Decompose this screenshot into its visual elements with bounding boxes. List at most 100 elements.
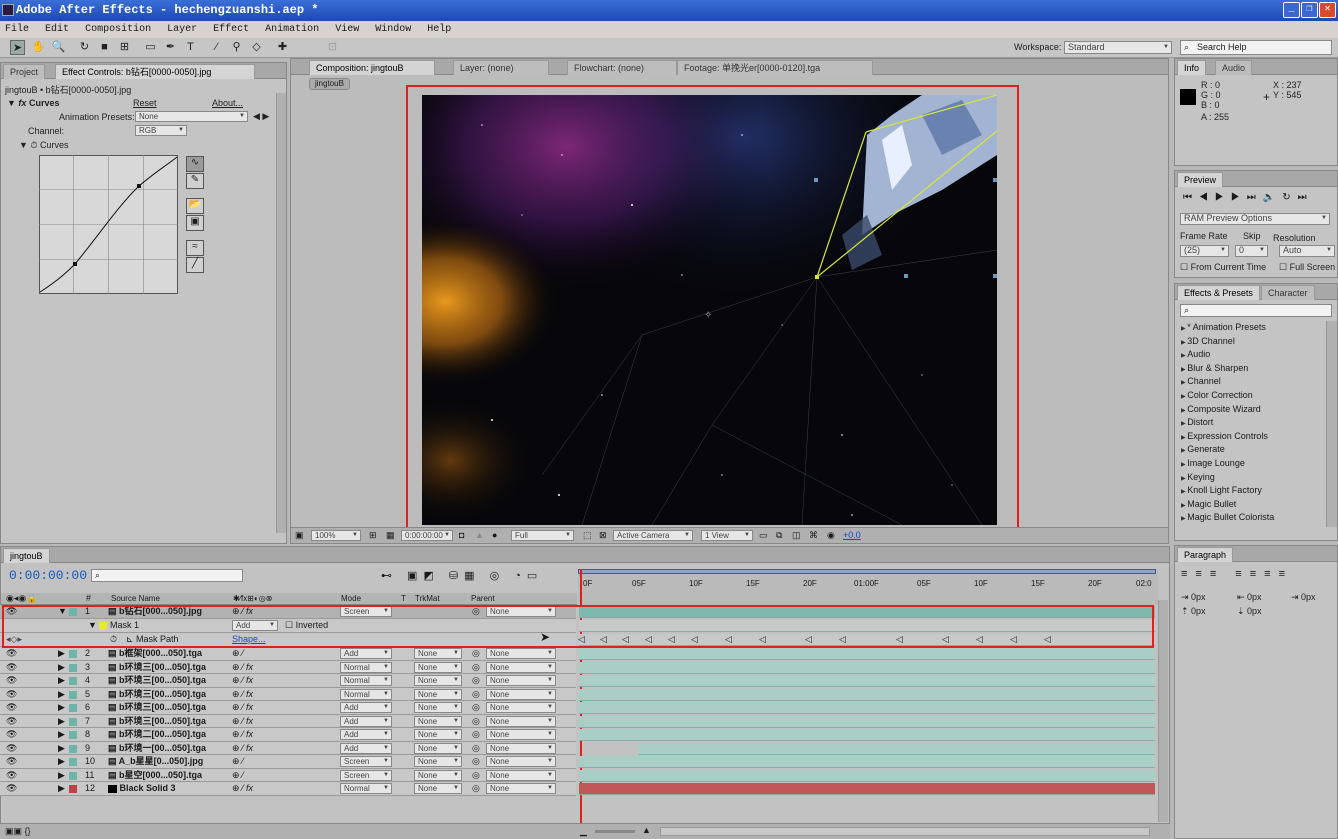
layer-duration-bar[interactable] — [579, 702, 1155, 714]
menu-effect[interactable]: Effect — [213, 24, 249, 35]
expand-twirl-icon[interactable]: ▶ — [58, 769, 65, 782]
parent-pickwhip-icon[interactable]: ◎ — [472, 715, 480, 728]
visibility-icon[interactable]: 👁 — [6, 701, 17, 714]
layer-duration-bar[interactable] — [638, 742, 1155, 755]
layer-switches[interactable]: ⊕ ⁄ fx — [232, 728, 253, 741]
layer-switches[interactable]: ⊕ ⁄ — [232, 755, 244, 768]
expand-twirl-icon[interactable]: ▶ — [58, 688, 65, 701]
timeline-vertical-scrollbar[interactable] — [1158, 600, 1168, 822]
layer-duration-bar[interactable] — [579, 769, 1155, 782]
layer-source-name[interactable]: ▤ b环境三[00...050].tga — [108, 661, 206, 674]
expand-twirl-icon[interactable]: ▶ — [58, 782, 65, 795]
layer-mode-select[interactable]: Add — [340, 742, 392, 754]
flowchart-icon[interactable]: ⌘ — [809, 530, 818, 541]
layer-row-5[interactable]: 👁 ▶ 5 ▤ b环境三[00...050].tga ⊕ ⁄ fx Normal… — [0, 687, 576, 701]
layer-row-12[interactable]: 👁 ▶ 12 Black Solid 3 ⊕ ⁄ fx Normal None … — [0, 782, 576, 796]
label-color-swatch[interactable] — [69, 744, 77, 753]
layer-row-4[interactable]: 👁 ▶ 4 ▤ b环境三[00...050].tga ⊕ ⁄ fx Normal… — [0, 674, 576, 688]
open-curve-icon[interactable]: 📂 — [186, 198, 204, 214]
menu-file[interactable]: File — [5, 24, 29, 35]
effect-controls-scrollbar[interactable] — [276, 93, 286, 533]
expand-twirl-icon[interactable]: ▶ — [58, 647, 65, 660]
effect-curves-header[interactable]: ▼ fx Curves — [7, 98, 59, 108]
expand-twirl-icon[interactable]: ▶ — [58, 701, 65, 714]
zoom-select[interactable]: 100% — [311, 530, 361, 541]
parent-pickwhip-icon[interactable]: ◎ — [472, 647, 480, 660]
layer-mode-select[interactable]: Normal — [340, 783, 392, 794]
visibility-icon[interactable]: 👁 — [6, 661, 17, 674]
timeline-search-input[interactable]: ⌕ — [91, 569, 243, 582]
footer-toggle-icons[interactable]: ▣▣ {} — [5, 826, 31, 837]
rectangle-mask-tool-icon[interactable]: ▭ — [143, 40, 158, 55]
layer-duration-bar[interactable] — [579, 661, 1155, 674]
fast-previews-icon[interactable]: ⧉ — [776, 530, 782, 541]
visibility-icon[interactable]: 👁 — [6, 782, 17, 795]
label-color-swatch[interactable] — [69, 758, 77, 766]
reset-curve-icon[interactable]: ╱ — [186, 257, 204, 273]
layer-row-10[interactable]: 👁 ▶ 10 ▤ A_b星星[0...050].jpg ⊕ ⁄ Screen N… — [0, 755, 576, 769]
puppet-tool-icon[interactable]: ✚ — [275, 40, 290, 55]
parent-pickwhip-icon[interactable]: ◎ — [472, 688, 480, 701]
timeline-scrollbar[interactable] — [660, 827, 1150, 836]
layer-mode-select[interactable]: Normal — [340, 661, 392, 673]
tab-preview[interactable]: Preview — [1177, 172, 1224, 187]
pencil-tool-icon[interactable]: ✎ — [186, 173, 204, 189]
timeline-zoom-slider[interactable] — [595, 830, 635, 833]
layer-parent-select[interactable]: None — [486, 675, 556, 686]
from-current-time-checkbox[interactable]: ☐ From Current Time — [1180, 262, 1266, 273]
effects-item[interactable]: Blur & Sharpen — [1175, 362, 1325, 376]
label-color-swatch[interactable] — [69, 704, 77, 712]
visibility-icon[interactable]: 👁 — [6, 688, 17, 701]
layer-parent-select[interactable]: None — [486, 742, 556, 754]
timeline-icon[interactable]: ◫ — [792, 530, 801, 541]
brush-tool-icon[interactable]: ⁄ — [209, 40, 224, 55]
layer-source-name[interactable]: ▤ b框架[000...050].tga — [108, 647, 202, 660]
visibility-icon[interactable]: 👁 — [6, 755, 17, 768]
tab-paragraph[interactable]: Paragraph — [1177, 547, 1234, 562]
grid-icon[interactable]: ▦ — [386, 530, 395, 541]
layer-duration-bar[interactable] — [579, 648, 1155, 660]
layer-switches[interactable]: ⊕ ⁄ fx — [232, 742, 253, 755]
tab-timeline-jingtoub[interactable]: jingtouB — [3, 548, 50, 563]
tab-character[interactable]: Character — [1261, 285, 1315, 300]
snapshot-icon[interactable]: ◘ — [459, 530, 464, 540]
time-ruler[interactable]: 0F 05F 10F 15F 20F 01:00F 05F 10F 15F 20… — [578, 569, 1158, 605]
menu-view[interactable]: View — [335, 24, 359, 35]
layer-switches[interactable]: ⊕ ⁄ fx — [232, 701, 253, 714]
layer-trkmat-select[interactable]: None — [414, 783, 462, 794]
channel-select[interactable]: RGB — [135, 125, 187, 136]
layer-switches[interactable]: ⊕ ⁄ — [232, 647, 244, 660]
layer-mode-select[interactable]: Normal — [340, 688, 392, 700]
tab-effects-presets[interactable]: Effects & Presets — [1177, 285, 1260, 300]
indent-right-field[interactable]: ⇤ 0px — [1237, 592, 1262, 603]
effects-item[interactable]: Image Lounge — [1175, 457, 1325, 471]
layer-trkmat-select[interactable]: None — [414, 661, 462, 673]
label-color-swatch[interactable] — [69, 650, 77, 658]
view-layout-select[interactable]: 1 View — [701, 530, 753, 541]
layer-mode-select[interactable]: Normal — [340, 675, 392, 686]
layer-source-name[interactable]: ▤ b环境三[00...050].tga — [108, 688, 206, 701]
effects-item[interactable]: 3D Channel — [1175, 335, 1325, 349]
menu-composition[interactable]: Composition — [85, 24, 151, 35]
layer-duration-bar[interactable] — [579, 688, 1155, 701]
search-help-field[interactable]: ⌕ Search Help — [1180, 40, 1332, 55]
menu-layer[interactable]: Layer — [167, 24, 197, 35]
parent-pickwhip-icon[interactable]: ◎ — [472, 769, 480, 782]
parent-pickwhip-icon[interactable]: ◎ — [472, 728, 480, 741]
menu-window[interactable]: Window — [375, 24, 411, 35]
layer-mode-select[interactable]: Add — [340, 702, 392, 713]
layer-source-name[interactable]: ▤ b环境三[00...050].tga — [108, 674, 206, 687]
layer-source-name[interactable]: ▤ b星空[000...050].tga — [108, 769, 202, 782]
layer-parent-select[interactable]: None — [486, 783, 556, 794]
layer-row-7[interactable]: 👁 ▶ 7 ▤ b环境三[00...050].tga ⊕ ⁄ fx Add No… — [0, 714, 576, 728]
layer-mode-select[interactable]: Screen — [340, 756, 392, 767]
work-area-bar[interactable] — [578, 569, 1156, 574]
expand-twirl-icon[interactable]: ▶ — [58, 661, 65, 674]
visibility-icon[interactable]: 👁 — [6, 769, 17, 782]
layer-source-name[interactable]: Black Solid 3 — [108, 782, 176, 795]
hand-tool-icon[interactable]: ✋ — [31, 40, 46, 55]
layer-parent-select[interactable]: None — [486, 661, 556, 673]
effects-item[interactable]: Magic Bullet — [1175, 498, 1325, 512]
effects-item[interactable]: Generate — [1175, 443, 1325, 457]
ram-preview-options-select[interactable]: RAM Preview Options — [1180, 213, 1330, 225]
